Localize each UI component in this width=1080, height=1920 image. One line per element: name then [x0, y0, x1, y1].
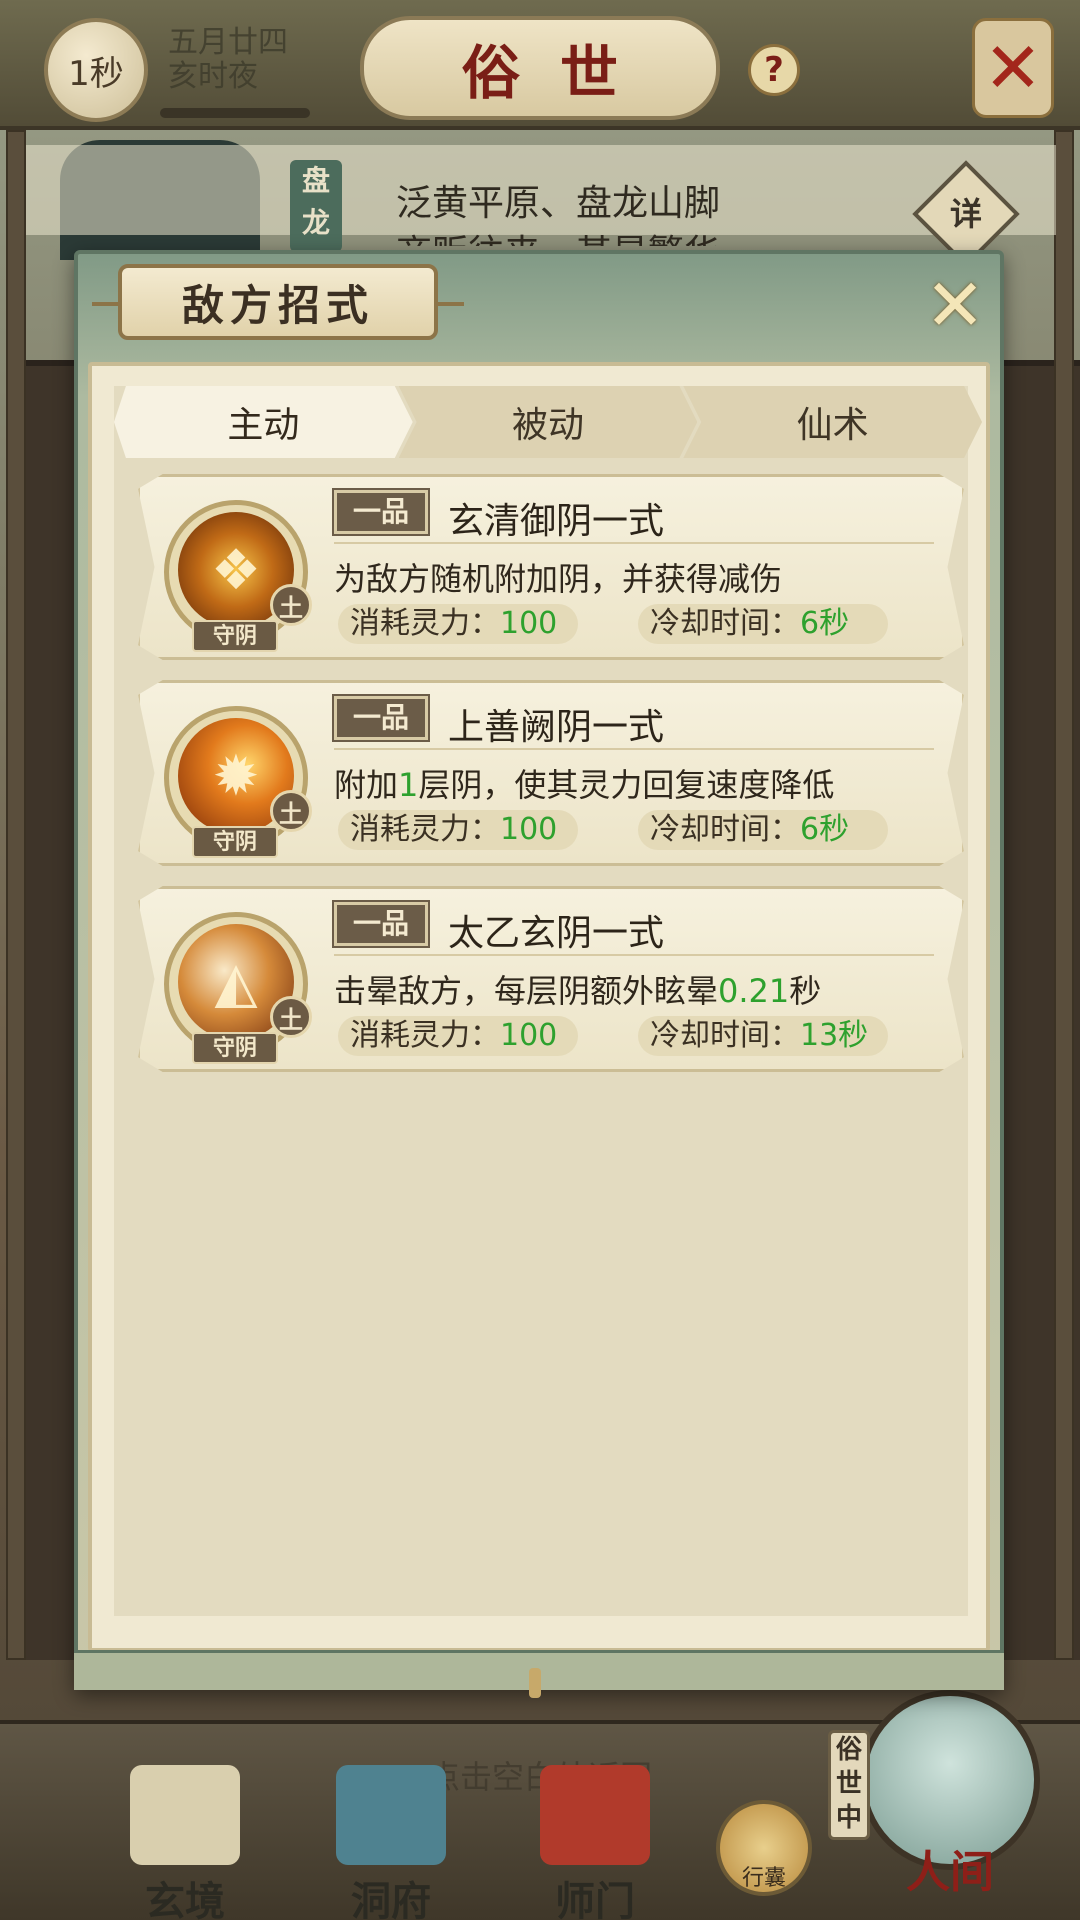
desc-text: 秒 — [789, 972, 822, 1010]
skill-card[interactable]: ✹ 土 守阴 一品 上善阙阴一式 附加1层阴，使其灵力回复速度降低 消耗灵力：1… — [138, 680, 964, 866]
divider — [334, 748, 934, 750]
divider — [334, 542, 934, 544]
modal-content: 主动 被动 仙术 ❖ 土 守阴 一品 玄清御阴一式 为敌方随机附加阴，并获得减伤… — [88, 362, 990, 1652]
divider — [334, 954, 934, 956]
sect-banner-icon — [540, 1765, 650, 1865]
skill-type-tag: 守阴 — [192, 1032, 278, 1064]
location-tag: 盘龙 — [290, 160, 342, 252]
nav-label: 玄境 — [145, 1878, 225, 1920]
cooldown-value: 6秒 — [800, 606, 850, 641]
desc-highlight: 0.21 — [718, 972, 790, 1010]
skill-description: 击晕敌方，每层阴额外眩晕0.21秒 — [334, 966, 821, 1012]
top-bar: 1秒 五月廿四 亥时夜 俗世 ? ✕ — [0, 0, 1080, 130]
nav-shimen[interactable]: 师门 — [520, 1765, 670, 1920]
desc-text: 为敌方随机附加阴，并获得减伤 — [334, 560, 783, 598]
bag-label: 行囊 — [741, 1866, 786, 1891]
location-description: 商贩往来，甚是繁华 — [396, 224, 720, 246]
tab-immortal-arts[interactable]: 仙术 — [683, 386, 983, 458]
element-badge: 土 — [270, 790, 312, 832]
game-speed-button[interactable]: 1秒 — [44, 18, 148, 122]
cooldown: 冷却时间：6秒 — [638, 604, 888, 644]
skill-name: 玄清御阴一式 — [448, 501, 665, 542]
skill-card[interactable]: ❖ 土 守阴 一品 玄清御阴一式 为敌方随机附加阴，并获得减伤 消耗灵力：100… — [138, 474, 964, 660]
tab-active-skills[interactable]: 主动 — [114, 386, 413, 458]
modal-title: 敌方招式 — [181, 280, 374, 330]
tab-label: 仙术 — [796, 405, 869, 446]
scroll-icon — [130, 1765, 240, 1865]
cooldown-value: 13秒 — [800, 1018, 869, 1053]
detail-label: 详 — [949, 195, 982, 233]
pavilion-icon — [336, 1765, 446, 1865]
skill-grade-badge: 一品 — [332, 900, 430, 948]
skill-type-tag: 守阴 — [192, 826, 278, 858]
skill-description: 附加1层阴，使其灵力回复速度降低 — [334, 760, 834, 806]
game-date: 五月廿四 亥时夜 — [168, 26, 288, 94]
modal-title-plate: 敌方招式 — [92, 264, 464, 340]
nav-label: 师门 — [555, 1878, 635, 1920]
skill-description: 为敌方随机附加阴，并获得减伤 — [334, 554, 782, 600]
mana-cost: 消耗灵力：100 — [338, 604, 578, 644]
skill-list: ❖ 土 守阴 一品 玄清御阴一式 为敌方随机附加阴，并获得减伤 消耗灵力：100… — [138, 474, 964, 1092]
element-badge: 土 — [270, 996, 312, 1038]
cooldown-label: 冷却时间： — [650, 1018, 800, 1053]
element-badge: 土 — [270, 584, 312, 626]
bag-button[interactable]: 行囊 — [716, 1800, 812, 1896]
skill-type-tag: 守阴 — [192, 620, 278, 652]
crossed-swords-icon: ✕ — [983, 27, 1043, 109]
scroll-tassel — [529, 1668, 541, 1698]
world-status-tag: 俗世中 — [828, 1730, 870, 1840]
help-button[interactable]: ? — [748, 44, 800, 96]
page-title-plate: 俗世 — [360, 16, 720, 120]
time-line: 亥时夜 — [168, 59, 258, 94]
desc-text: 击晕敌方，每层阴额外眩晕 — [334, 972, 719, 1010]
menu-button[interactable]: ✕ — [972, 18, 1054, 118]
left-rail — [6, 130, 26, 1660]
desc-highlight: 1 — [398, 766, 419, 804]
cooldown: 冷却时间：13秒 — [638, 1016, 888, 1056]
skill-tabs: 主动 被动 仙术 — [114, 386, 983, 458]
mana-cost-label: 消耗灵力： — [350, 606, 500, 641]
mana-cost: 消耗灵力：100 — [338, 1016, 578, 1056]
skill-card[interactable]: ◭ 土 守阴 一品 太乙玄阴一式 击晕敌方，每层阴额外眩晕0.21秒 消耗灵力：… — [138, 886, 964, 1072]
mana-cost-value: 100 — [500, 812, 558, 847]
tab-label: 主动 — [227, 405, 300, 446]
mana-cost-label: 消耗灵力： — [350, 812, 500, 847]
mana-cost: 消耗灵力：100 — [338, 810, 578, 850]
tab-passive-skills[interactable]: 被动 — [398, 386, 698, 458]
cooldown-label: 冷却时间： — [650, 812, 800, 847]
time-progress-bar — [160, 108, 310, 118]
game-speed-label: 1秒 — [68, 53, 124, 94]
cooldown-label: 冷却时间： — [650, 606, 800, 641]
right-rail — [1054, 130, 1074, 1660]
mana-cost-label: 消耗灵力： — [350, 1018, 500, 1053]
nav-xuanjing[interactable]: 玄境 — [110, 1765, 260, 1920]
location-tag-text: 盘龙 — [301, 164, 330, 239]
location-name: 泛黄平原、盘龙山脚 — [396, 183, 721, 224]
desc-text: 层阴，使其灵力回复速度降低 — [418, 766, 835, 804]
mana-cost-value: 100 — [500, 606, 558, 641]
cooldown: 冷却时间：6秒 — [638, 810, 888, 850]
skill-grade-badge: 一品 — [332, 694, 430, 742]
skill-name: 上善阙阴一式 — [448, 707, 665, 748]
tab-label: 被动 — [512, 405, 585, 446]
skill-icon-frame: ❖ 土 守阴 — [158, 494, 312, 652]
mana-cost-value: 100 — [500, 1018, 558, 1053]
close-icon: ✕ — [924, 263, 986, 347]
enemy-skills-modal: 敌方招式 ✕ 主动 被动 仙术 ❖ 土 守阴 一品 玄清御阴一式 为敌方随机附加… — [74, 250, 1004, 1698]
nav-dongfu[interactable]: 洞府 — [316, 1765, 466, 1920]
close-button[interactable]: ✕ — [920, 263, 990, 347]
help-icon: ? — [764, 50, 784, 90]
nav-label: 洞府 — [351, 1878, 431, 1920]
page-title: 俗世 — [461, 39, 658, 107]
skill-icon-frame: ◭ 土 守阴 — [158, 906, 312, 1064]
date-line: 五月廿四 — [168, 25, 288, 60]
skill-name: 太乙玄阴一式 — [448, 913, 665, 954]
cooldown-value: 6秒 — [800, 812, 850, 847]
desc-text: 附加 — [334, 766, 399, 804]
skill-grade-badge: 一品 — [332, 488, 430, 536]
skill-icon-frame: ✹ 土 守阴 — [158, 700, 312, 858]
world-label[interactable]: 人间 — [872, 1836, 1028, 1900]
